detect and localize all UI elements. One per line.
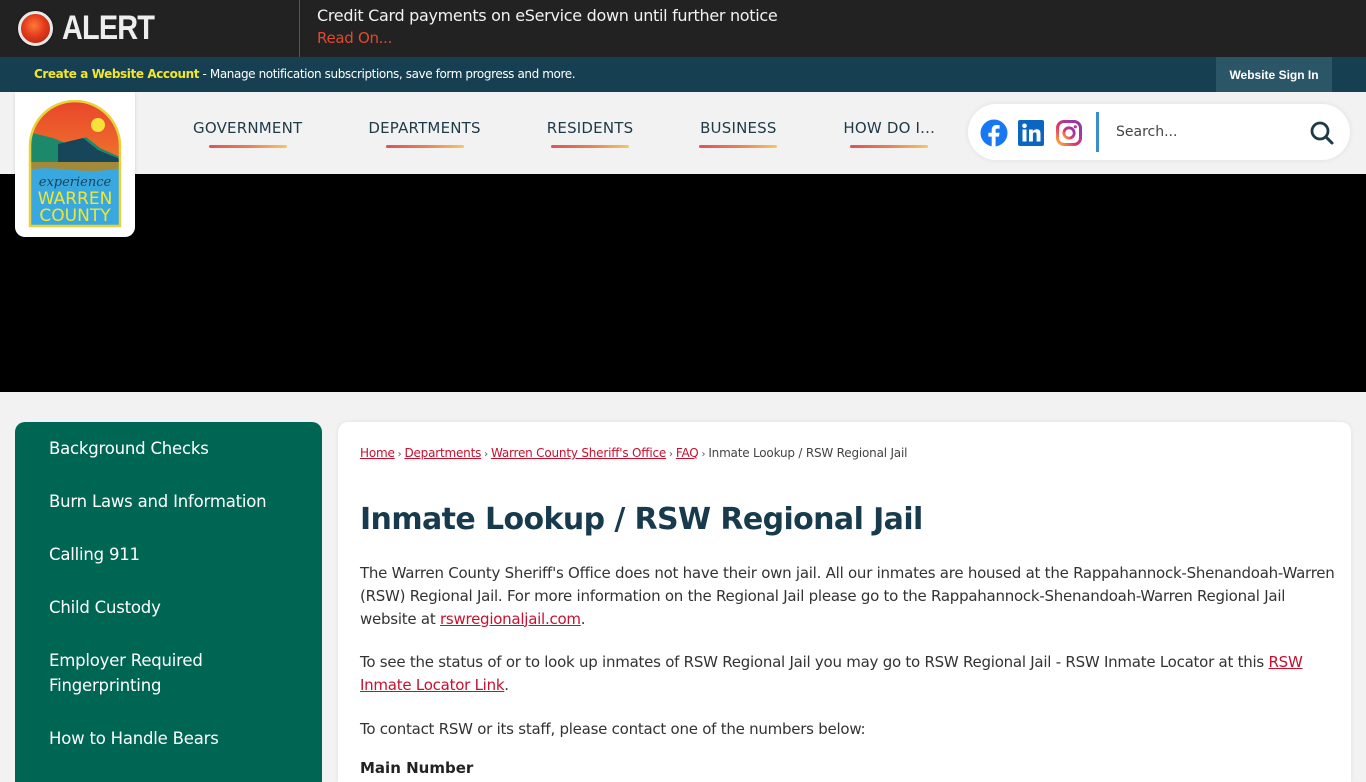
nav-underline [850,144,929,148]
breadcrumb-faq[interactable]: FAQ [676,446,699,460]
breadcrumb-separator: › [484,449,488,460]
logo-tagline: experience [39,175,112,190]
account-bar-description: - Manage notification subscriptions, sav… [199,67,576,81]
breadcrumb-separator: › [701,449,706,460]
alert-label: ALERT [62,9,155,47]
nav-how-do-i[interactable]: HOW DO I... [810,92,968,174]
alert-badge: ALERT [0,0,300,57]
hero-banner [0,174,1366,392]
warren-county-logo-icon: experience WARREN COUNTY [28,100,122,228]
sidebar-item-child-custody[interactable]: Child Custody [15,595,322,620]
alert-message[interactable]: Credit Card payments on eService down un… [317,6,778,25]
nav-label: RESIDENTS [546,118,634,137]
sidebar-item-calling-911[interactable]: Calling 911 [15,542,322,567]
breadcrumb-departments[interactable]: Departments [404,446,481,460]
nav-label: GOVERNMENT [193,118,303,137]
breadcrumb-separator: › [397,449,402,460]
nav-residents[interactable]: RESIDENTS [514,92,667,174]
nav-business[interactable]: BUSINESS [666,92,810,174]
locator-paragraph: To see the status of or to look up inmat… [360,651,1335,697]
locator-text: To see the status of or to look up inmat… [360,653,1269,672]
page-title: Inmate Lookup / RSW Regional Jail [360,502,923,537]
nav-label: DEPARTMENTS [368,118,481,137]
main-nav: GOVERNMENT DEPARTMENTS RESIDENTS BUSINES… [160,92,968,174]
nav-underline [385,144,464,148]
website-sign-in-button[interactable]: Website Sign In [1216,57,1332,92]
nav-departments[interactable]: DEPARTMENTS [335,92,513,174]
breadcrumb-home[interactable]: Home [360,446,395,460]
main-content: Home › Departments › Warren County Sheriff's… [338,422,1351,782]
nav-underline [208,144,287,148]
account-bar-text: Create a Website Account - Manage notifi… [34,67,576,81]
linkedin-icon[interactable] [1017,119,1045,147]
nav-underline [699,144,778,148]
search-input[interactable] [1116,118,1296,146]
social-search-bar [968,104,1350,160]
search-icon[interactable] [1308,119,1336,147]
instagram-icon[interactable] [1055,119,1083,147]
breadcrumb-separator: › [669,449,673,460]
locator-end: . [504,676,509,695]
alert-read-on-link[interactable]: Read On... [317,29,392,47]
breadcrumb: Home › Departments › Warren County Sheriff's… [360,444,1329,464]
alert-light-icon [18,11,53,46]
logo-county: COUNTY [39,206,111,226]
account-bar: Create a Website Account - Manage notifi… [0,57,1366,92]
create-account-link[interactable]: Create a Website Account [34,67,200,81]
facebook-icon[interactable] [980,119,1008,147]
sidebar-item-burn-laws[interactable]: Burn Laws and Information [15,489,322,514]
sidebar-item-handle-bears[interactable]: How to Handle Bears [15,726,322,751]
nav-label: HOW DO I... [843,118,936,137]
faq-sidebar: Background Checks Burn Laws and Informat… [15,422,322,782]
alert-bar: ALERT Credit Card payments on eService d… [0,0,1366,57]
sidebar-item-background-checks[interactable]: Background Checks [15,436,322,461]
intro-paragraph: The Warren County Sheriff's Office does … [360,562,1335,630]
search-divider [1096,112,1099,152]
nav-label: BUSINESS [700,118,777,137]
rsw-website-link[interactable]: rswregionaljail.com [440,610,581,628]
sidebar-item-employer-fingerprinting[interactable]: Employer Required Fingerprinting [15,648,245,698]
nav-government[interactable]: GOVERNMENT [160,92,335,174]
nav-underline [551,144,630,148]
contact-paragraph: To contact RSW or its staff, please cont… [360,719,866,738]
intro-end: . [580,609,586,628]
breadcrumb-sheriffs-office[interactable]: Warren County Sheriff's Office [491,446,666,460]
breadcrumb-current: Inmate Lookup / RSW Regional Jail [708,446,908,460]
site-logo[interactable]: experience WARREN COUNTY [15,92,135,237]
